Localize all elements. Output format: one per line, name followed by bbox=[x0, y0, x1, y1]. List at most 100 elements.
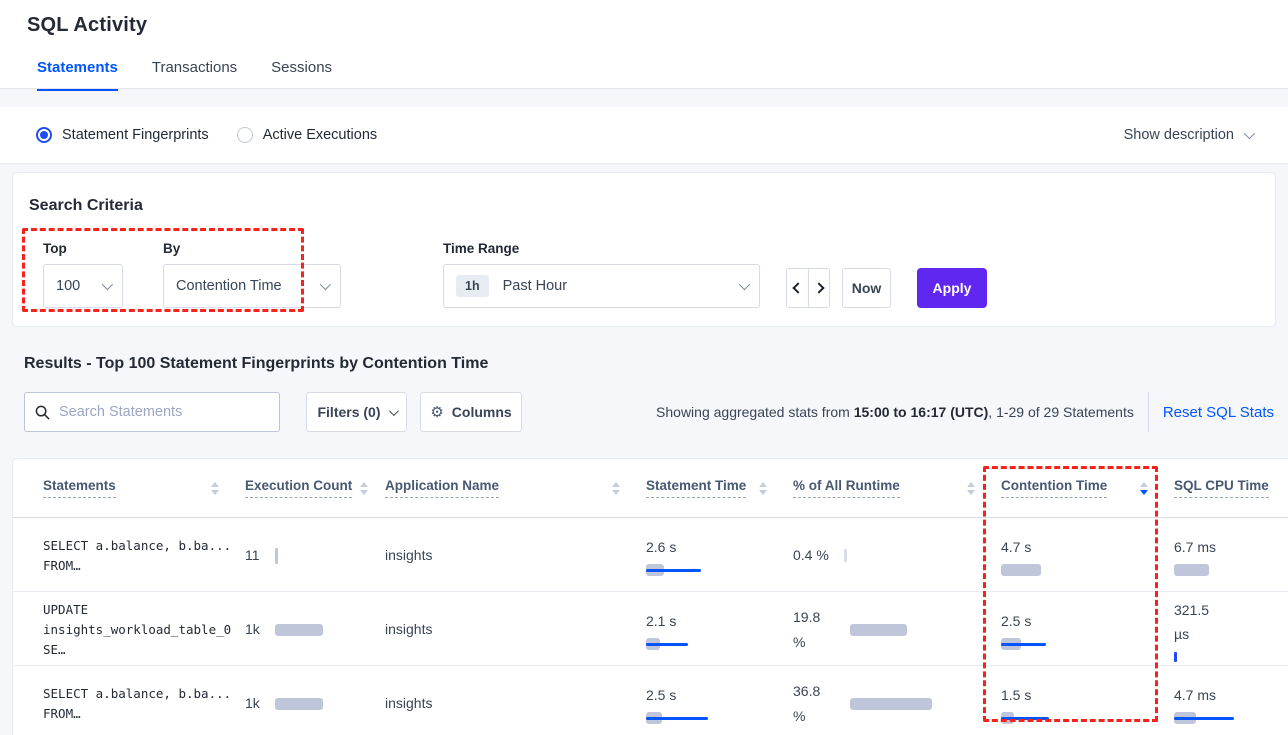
show-description-label: Show description bbox=[1124, 127, 1234, 143]
search-icon bbox=[35, 405, 50, 420]
column-header-execution-count[interactable]: Execution Count bbox=[245, 478, 385, 498]
time-next-button[interactable] bbox=[808, 269, 829, 307]
table-row[interactable]: UPDATEinsights_workload_table_0 SE… 1k i… bbox=[13, 592, 1288, 666]
execution-count-cell: 11 bbox=[245, 543, 385, 568]
execution-count-cell: 1k bbox=[245, 617, 385, 642]
statement-fingerprint-link[interactable]: SELECT a.balance, b.ba...FROM… bbox=[43, 684, 245, 724]
table-row[interactable]: SELECT a.balance, b.ba...FROM… 1k insigh… bbox=[13, 666, 1288, 735]
time-shift-group bbox=[786, 268, 830, 308]
contention-time-bar bbox=[1001, 712, 1131, 724]
column-header-pct-runtime[interactable]: % of All Runtime bbox=[793, 478, 1001, 498]
search-criteria-card: Search Criteria Top 100 By Contention Ti… bbox=[12, 172, 1276, 327]
sort-icon bbox=[612, 482, 620, 495]
radio-active-executions[interactable]: Active Executions bbox=[237, 127, 377, 143]
chevron-down-icon bbox=[102, 279, 113, 290]
column-header-statements[interactable]: Statements bbox=[43, 478, 245, 498]
pct-runtime-cell: 36.8 % bbox=[793, 679, 1001, 728]
by-select-value: Contention Time bbox=[176, 278, 282, 294]
column-header-sql-cpu-time[interactable]: SQL CPU Time bbox=[1174, 478, 1288, 498]
time-prev-button[interactable] bbox=[787, 269, 808, 307]
filters-button[interactable]: Filters (0) bbox=[306, 392, 407, 432]
time-range-label: Time Range bbox=[443, 241, 760, 256]
top-select[interactable]: 100 bbox=[43, 264, 123, 308]
application-name-cell: insights bbox=[385, 617, 646, 642]
show-description-toggle[interactable]: Show description bbox=[1124, 127, 1252, 143]
chevron-right-icon bbox=[813, 282, 824, 293]
sort-icon-active-desc bbox=[1140, 482, 1148, 495]
radio-selected-icon bbox=[36, 127, 52, 143]
radio-unselected-icon bbox=[237, 127, 253, 143]
chevron-down-icon bbox=[320, 279, 331, 290]
apply-button[interactable]: Apply bbox=[917, 268, 987, 308]
time-range-badge: 1h bbox=[456, 275, 489, 297]
search-statements-box[interactable] bbox=[24, 392, 280, 432]
time-range-field: Time Range 1h Past Hour bbox=[443, 241, 760, 308]
chevron-down-icon bbox=[739, 279, 750, 290]
statement-time-bar bbox=[646, 564, 776, 576]
sort-icon bbox=[360, 482, 368, 495]
sql-cpu-time-cell: 4.7 ms bbox=[1174, 683, 1288, 725]
column-header-statement-time[interactable]: Statement Time bbox=[646, 478, 793, 498]
contention-time-bar bbox=[1001, 564, 1131, 576]
columns-button[interactable]: ⚙ Columns bbox=[420, 392, 522, 432]
search-statements-input[interactable] bbox=[59, 404, 269, 420]
execution-count-bar bbox=[275, 548, 278, 564]
radio-statement-fingerprints[interactable]: Statement Fingerprints bbox=[36, 127, 209, 143]
execution-count-bar bbox=[275, 624, 405, 636]
execution-count-bar bbox=[275, 698, 405, 710]
results-toolbar: Filters (0) ⚙ Columns Showing aggregated… bbox=[24, 392, 1276, 432]
chevron-down-icon bbox=[1244, 128, 1255, 139]
pct-runtime-bar bbox=[850, 698, 980, 710]
reset-sql-stats-link[interactable]: Reset SQL Stats bbox=[1163, 404, 1276, 421]
sql-cpu-time-bar bbox=[1174, 652, 1177, 662]
sql-cpu-time-bar bbox=[1174, 564, 1288, 576]
sql-cpu-time-cell: 321.5 µs bbox=[1174, 598, 1288, 662]
time-range-value: Past Hour bbox=[503, 278, 567, 294]
sql-cpu-time-cell: 6.7 ms bbox=[1174, 535, 1288, 577]
results-title: Results - Top 100 Statement Fingerprints… bbox=[24, 355, 1288, 373]
statement-time-cell: 2.1 s bbox=[646, 609, 793, 651]
chevron-left-icon bbox=[792, 282, 803, 293]
view-toggle-card: Statement Fingerprints Active Executions… bbox=[0, 107, 1288, 163]
time-range-select[interactable]: 1h Past Hour bbox=[443, 264, 760, 308]
page-header: SQL Activity Statements Transactions Ses… bbox=[0, 0, 1288, 89]
top-label: Top bbox=[43, 241, 123, 256]
page-title: SQL Activity bbox=[27, 14, 1264, 37]
statement-fingerprint-link[interactable]: SELECT a.balance, b.ba...FROM… bbox=[43, 536, 245, 576]
contention-time-cell: 4.7 s bbox=[1001, 535, 1174, 577]
pct-runtime-bar bbox=[844, 549, 847, 562]
aggregated-stats-text: Showing aggregated stats from 15:00 to 1… bbox=[656, 404, 1134, 420]
pct-runtime-cell: 19.8 % bbox=[793, 605, 1001, 654]
columns-button-label: Columns bbox=[452, 404, 512, 420]
tab-sessions[interactable]: Sessions bbox=[271, 59, 332, 91]
execution-count-cell: 1k bbox=[245, 691, 385, 716]
application-name-cell: insights bbox=[385, 691, 646, 716]
pct-runtime-cell: 0.4 % bbox=[793, 543, 1001, 568]
chevron-down-icon bbox=[388, 406, 398, 416]
application-name-cell: insights bbox=[385, 543, 646, 568]
tab-transactions[interactable]: Transactions bbox=[152, 59, 237, 91]
now-button[interactable]: Now bbox=[842, 268, 891, 308]
statement-time-bar bbox=[646, 712, 776, 724]
by-field: By Contention Time bbox=[163, 241, 341, 308]
filters-button-label: Filters (0) bbox=[317, 404, 380, 420]
sort-icon bbox=[759, 482, 767, 495]
column-header-application-name[interactable]: Application Name bbox=[385, 478, 646, 498]
tab-statements[interactable]: Statements bbox=[37, 59, 118, 91]
top-field: Top 100 bbox=[43, 241, 123, 308]
pct-runtime-bar bbox=[850, 624, 980, 636]
contention-time-bar bbox=[1001, 638, 1131, 650]
column-header-contention-time[interactable]: Contention Time bbox=[1001, 478, 1174, 498]
radio-statement-fingerprints-label: Statement Fingerprints bbox=[62, 127, 209, 143]
gear-icon: ⚙ bbox=[430, 403, 443, 421]
statement-time-bar bbox=[646, 638, 776, 650]
statement-fingerprint-link[interactable]: UPDATEinsights_workload_table_0 SE… bbox=[43, 600, 245, 660]
radio-active-executions-label: Active Executions bbox=[263, 127, 377, 143]
by-select[interactable]: Contention Time bbox=[163, 264, 341, 308]
statement-time-cell: 2.5 s bbox=[646, 683, 793, 725]
tab-bar: Statements Transactions Sessions bbox=[27, 59, 1264, 91]
contention-time-cell: 1.5 s bbox=[1001, 683, 1174, 725]
table-row[interactable]: SELECT a.balance, b.ba...FROM… 11 insigh… bbox=[13, 518, 1288, 592]
sql-cpu-time-bar bbox=[1174, 712, 1288, 724]
top-select-value: 100 bbox=[56, 278, 80, 294]
